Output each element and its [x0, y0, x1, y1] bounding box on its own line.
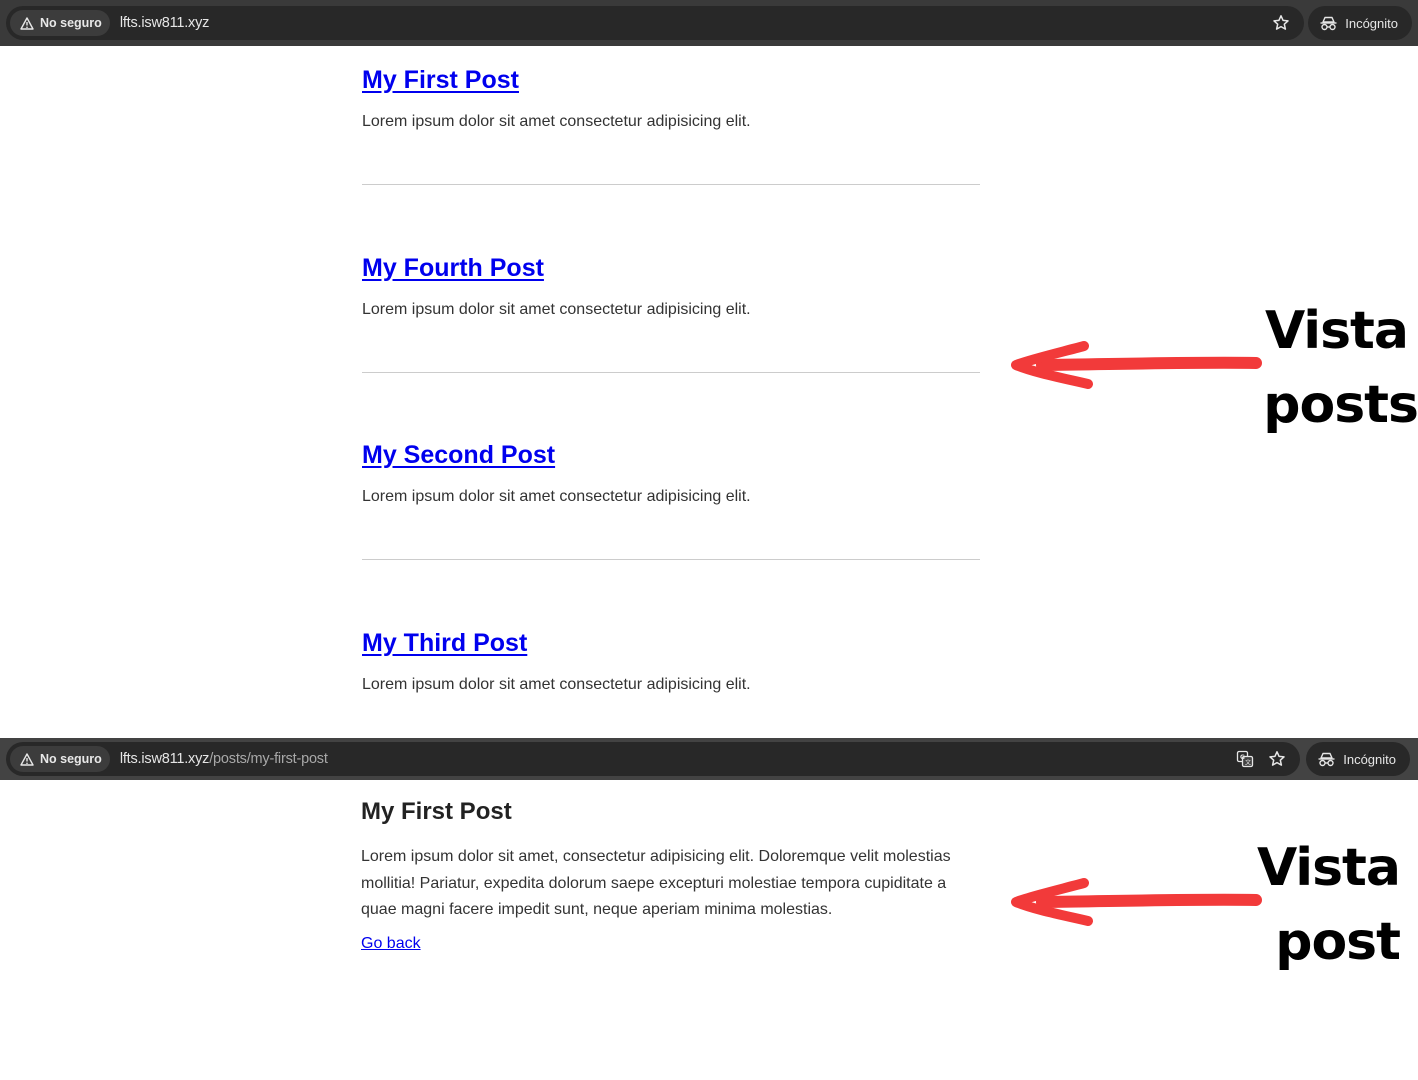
post-detail-body: Lorem ipsum dolor sit amet, consectetur …	[361, 848, 951, 918]
incognito-badge[interactable]: Incógnito	[1308, 6, 1412, 40]
url-text[interactable]: lfts.isw811.xyz	[120, 15, 210, 31]
url-path: /posts/my-first-post	[209, 751, 328, 767]
post-title-link[interactable]: My Second Post	[362, 441, 980, 470]
address-bar[interactable]: No seguro lfts.isw811.xyz	[6, 6, 1304, 40]
annotation-label-post: Vista post	[1230, 831, 1401, 979]
post-title-link[interactable]: My Third Post	[362, 629, 980, 658]
post-excerpt: Lorem ipsum dolor sit amet consectetur a…	[362, 676, 751, 693]
incognito-icon	[1320, 16, 1337, 30]
url-text[interactable]: lfts.isw811.xyz/posts/my-first-post	[120, 751, 328, 767]
annotation-label-posts: Vista posts	[1240, 294, 1418, 442]
incognito-badge[interactable]: Incógnito	[1306, 742, 1410, 776]
annotation-line: Vista	[1264, 301, 1409, 361]
post-item: My First Post Lorem ipsum dolor sit amet…	[362, 66, 980, 131]
post-divider	[362, 184, 980, 185]
post-title-link[interactable]: My First Post	[362, 66, 980, 95]
post-title-link[interactable]: My Fourth Post	[362, 254, 980, 283]
star-icon[interactable]	[1272, 14, 1290, 32]
security-indicator[interactable]: No seguro	[10, 746, 110, 772]
warning-icon	[20, 16, 34, 30]
post-excerpt: Lorem ipsum dolor sit amet consectetur a…	[362, 488, 751, 505]
annotation-line: Vista	[1256, 838, 1401, 898]
post-detail: My First Post Lorem ipsum dolor sit amet…	[361, 798, 981, 953]
incognito-icon	[1318, 752, 1335, 766]
post-divider	[362, 559, 980, 560]
post-item: My Second Post Lorem ipsum dolor sit ame…	[362, 441, 980, 506]
translate-icon[interactable]: G 文	[1236, 750, 1254, 768]
incognito-label: Incógnito	[1345, 15, 1398, 31]
post-item: My Third Post Lorem ipsum dolor sit amet…	[362, 629, 980, 694]
annotation-arrow	[1011, 341, 1262, 389]
post-item: My Fourth Post Lorem ipsum dolor sit ame…	[362, 254, 980, 319]
post-detail-title: My First Post	[361, 798, 512, 825]
annotation-line: post	[1275, 912, 1401, 972]
star-icon[interactable]	[1268, 750, 1286, 768]
browser-toolbar-bottom: No seguro lfts.isw811.xyz/posts/my-first…	[0, 738, 1418, 780]
svg-text:文: 文	[1245, 759, 1251, 767]
post-divider	[362, 372, 980, 373]
warning-icon	[20, 752, 34, 766]
annotation-line: posts	[1263, 375, 1418, 435]
security-label: No seguro	[40, 16, 102, 30]
post-excerpt: Lorem ipsum dolor sit amet consectetur a…	[362, 301, 751, 318]
browser-toolbar-top: No seguro lfts.isw811.xyz Incógnito	[0, 0, 1418, 46]
address-bar[interactable]: No seguro lfts.isw811.xyz/posts/my-first…	[6, 742, 1300, 776]
annotation-arrow	[1011, 878, 1262, 926]
go-back-link[interactable]: Go back	[361, 935, 421, 953]
post-excerpt: Lorem ipsum dolor sit amet consectetur a…	[362, 113, 751, 130]
security-indicator[interactable]: No seguro	[10, 10, 110, 36]
url-host: lfts.isw811.xyz	[119, 751, 210, 767]
incognito-label: Incógnito	[1343, 751, 1396, 767]
security-label: No seguro	[40, 752, 102, 766]
